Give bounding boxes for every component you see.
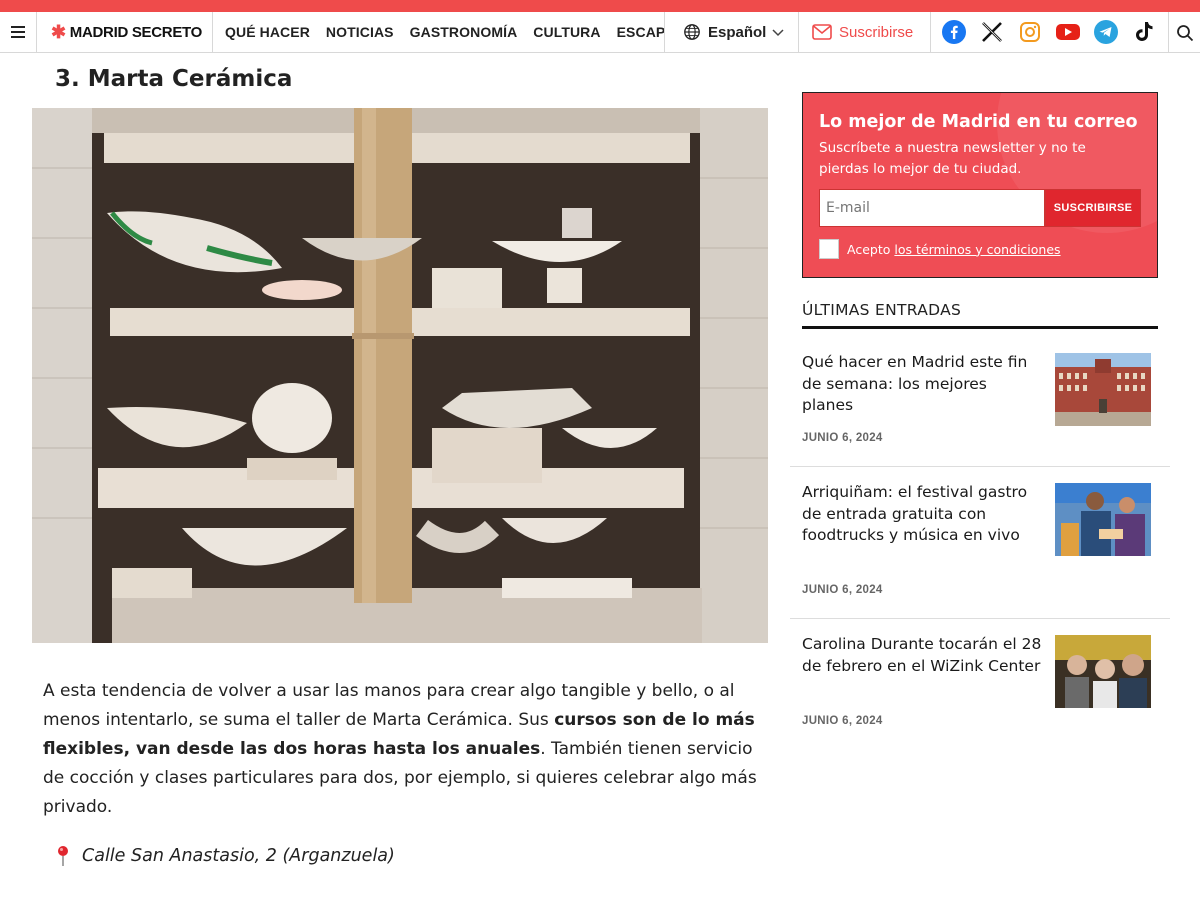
nav-item-que-hacer[interactable]: QUÉ HACER (225, 24, 310, 40)
post-thumbnail-festival[interactable] (1055, 483, 1151, 556)
top-accent-strip (0, 0, 1200, 12)
latest-post-date: JUNIO 6, 2024 (802, 715, 883, 727)
terms-checkbox[interactable] (819, 239, 839, 259)
telegram-icon[interactable] (1093, 19, 1119, 45)
chevron-down-icon (772, 29, 784, 37)
latest-post-title[interactable]: Carolina Durante tocarán el 28 de febrer… (802, 634, 1042, 677)
latest-post-date: JUNIO 6, 2024 (802, 584, 883, 596)
latest-post-item[interactable]: Arriquiñam: el festival gastro de entrad… (790, 482, 1170, 619)
location-pin-icon (58, 846, 68, 866)
latest-post-title[interactable]: Qué hacer en Madrid este fin de semana: … (802, 352, 1042, 417)
article-paragraph: A esta tendencia de volver a usar las ma… (43, 677, 773, 822)
tiktok-icon[interactable] (1131, 19, 1157, 45)
mail-icon (812, 24, 832, 40)
latest-post-item[interactable]: Qué hacer en Madrid este fin de semana: … (790, 352, 1170, 467)
nav-item-cultura[interactable]: CULTURA (533, 24, 600, 40)
instagram-icon[interactable] (1017, 19, 1043, 45)
latest-posts-heading: ÚLTIMAS ENTRADAS (802, 301, 962, 319)
newsletter-title: Lo mejor de Madrid en tu correo (819, 112, 1138, 132)
site-logo[interactable]: ✱ MADRID SECRETO (37, 11, 213, 53)
nav-item-escapadas[interactable]: ESCAPA (617, 24, 664, 40)
terms-prefix: Acepto (847, 241, 891, 257)
address-text: Calle San Anastasio, 2 (Arganzuela) (82, 846, 395, 866)
post-thumbnail-plaza-mayor[interactable] (1055, 353, 1151, 426)
newsletter-subscribe-button[interactable]: SUSCRIBIRSE (1045, 189, 1141, 227)
address-line: Calle San Anastasio, 2 (Arganzuela) (55, 845, 395, 867)
newsletter-text: Suscríbete a nuestra newsletter y no te … (819, 140, 1086, 177)
newsletter-box: Lo mejor de Madrid en tu correo Suscríbe… (802, 92, 1158, 278)
nav-item-gastronomia[interactable]: GASTRONOMÍA (410, 24, 518, 40)
subscribe-label: Suscribirse (839, 23, 914, 41)
menu-icon[interactable] (0, 11, 37, 53)
main-nav: QUÉ HACER NOTICIAS GASTRONOMÍA CULTURA E… (213, 11, 665, 53)
ceramics-kiln-photo (32, 108, 768, 643)
asterisk-icon: ✱ (51, 21, 66, 42)
terms-row: Acepto los términos y condiciones (819, 239, 1141, 259)
subscribe-link[interactable]: Suscribirse (799, 11, 931, 53)
latest-posts-divider (802, 326, 1158, 329)
newsletter-form: SUSCRIBIRSE (819, 189, 1141, 227)
social-links (931, 12, 1169, 53)
logo-text: MADRID SECRETO (69, 23, 203, 41)
latest-post-title[interactable]: Arriquiñam: el festival gastro de entrad… (802, 482, 1042, 547)
latest-post-date: JUNIO 6, 2024 (802, 432, 883, 444)
language-selector[interactable]: Español (665, 11, 799, 53)
nav-item-noticias[interactable]: NOTICIAS (326, 24, 394, 40)
search-icon[interactable] (1168, 12, 1200, 53)
email-input[interactable] (819, 189, 1045, 227)
post-thumbnail-band[interactable] (1055, 635, 1151, 708)
language-label: Español (708, 23, 767, 41)
x-icon[interactable] (979, 19, 1005, 45)
terms-link[interactable]: los términos y condiciones (894, 242, 1060, 257)
globe-icon (684, 24, 700, 40)
youtube-icon[interactable] (1055, 19, 1081, 45)
article-section-title: 3. Marta Cerámica (55, 66, 293, 92)
site-header: ✱ MADRID SECRETO QUÉ HACER NOTICIAS GAST… (0, 11, 1200, 53)
facebook-icon[interactable] (941, 19, 967, 45)
latest-post-item[interactable]: Carolina Durante tocarán el 28 de febrer… (790, 634, 1170, 734)
